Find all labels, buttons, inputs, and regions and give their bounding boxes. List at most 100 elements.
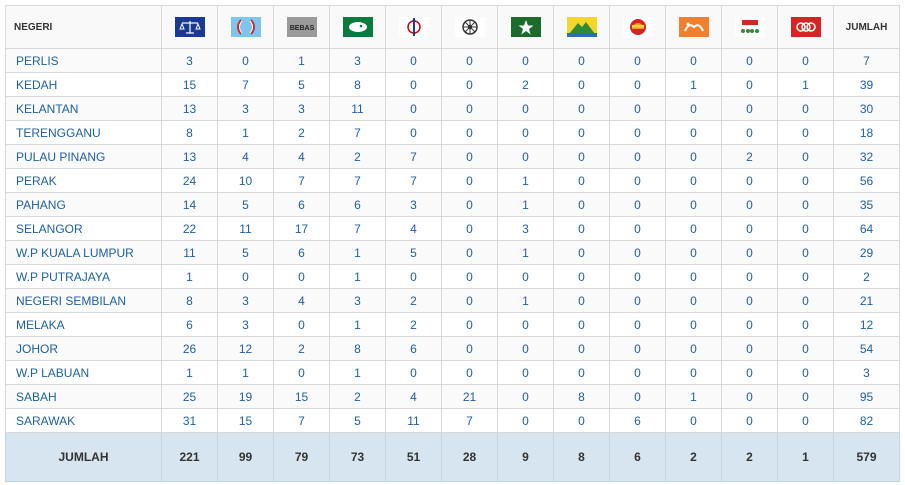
seat-count: 0 xyxy=(665,240,722,265)
seat-count: 0 xyxy=(609,336,666,361)
seat-count: 0 xyxy=(385,120,442,145)
table-row: PULAU PINANG 13 4 4 2 7 0 0 0 0 0 2 0 32 xyxy=(5,144,900,169)
pkr-eye-icon xyxy=(230,17,261,37)
results-table: NEGERI BEBAS JUMLAH PERLIS 3 0 1 3 0 0 0 0 0 0 0 0 7 KE… xyxy=(5,5,900,482)
seat-count: 0 xyxy=(553,96,610,121)
seat-count: 1 xyxy=(161,360,218,385)
state-name[interactable]: PULAU PINANG xyxy=(5,144,162,169)
state-name[interactable]: TERENGGANU xyxy=(5,120,162,145)
seat-count: 0 xyxy=(721,312,778,337)
footer-party-total: 2 xyxy=(721,432,778,482)
seat-count: 21 xyxy=(441,384,498,409)
row-total: 64 xyxy=(833,216,900,241)
seat-count: 0 xyxy=(497,264,554,289)
state-name[interactable]: KELANTAN xyxy=(5,96,162,121)
seat-count: 7 xyxy=(385,168,442,193)
seat-count: 0 xyxy=(777,408,834,433)
seat-count: 3 xyxy=(217,96,274,121)
seat-count: 15 xyxy=(217,408,274,433)
seat-count: 0 xyxy=(385,48,442,73)
state-name[interactable]: W.P KUALA LUMPUR xyxy=(5,240,162,265)
seat-count: 0 xyxy=(777,192,834,217)
seat-count: 2 xyxy=(385,312,442,337)
seat-count: 0 xyxy=(273,264,330,289)
seat-count: 0 xyxy=(721,288,778,313)
state-name[interactable]: W.P PUTRAJAYA xyxy=(5,264,162,289)
footer-party-total: 79 xyxy=(273,432,330,482)
seat-count: 7 xyxy=(217,72,274,97)
seat-count: 1 xyxy=(665,72,722,97)
seat-count: 0 xyxy=(441,240,498,265)
state-name[interactable]: KEDAH xyxy=(5,72,162,97)
state-name[interactable]: NEGERI SEMBILAN xyxy=(5,288,162,313)
seat-count: 0 xyxy=(609,384,666,409)
seat-count: 0 xyxy=(441,96,498,121)
row-total: 30 xyxy=(833,96,900,121)
seat-count: 0 xyxy=(609,216,666,241)
state-name[interactable]: PERLIS xyxy=(5,48,162,73)
table-row: W.P PUTRAJAYA 1 0 0 1 0 0 0 0 0 0 0 0 2 xyxy=(5,264,900,289)
header-party-11 xyxy=(777,5,834,49)
rings-icon xyxy=(790,17,821,37)
seat-count: 3 xyxy=(329,288,386,313)
seat-count: 11 xyxy=(385,408,442,433)
seat-count: 3 xyxy=(217,312,274,337)
seat-count: 0 xyxy=(721,192,778,217)
seat-count: 25 xyxy=(161,384,218,409)
seat-count: 1 xyxy=(497,240,554,265)
footer-party-total: 1 xyxy=(777,432,834,482)
table-row: PERLIS 3 0 1 3 0 0 0 0 0 0 0 0 7 xyxy=(5,48,900,73)
state-name[interactable]: PAHANG xyxy=(5,192,162,217)
seat-count: 7 xyxy=(273,168,330,193)
seat-count: 0 xyxy=(721,72,778,97)
svg-text:BEBAS: BEBAS xyxy=(289,25,314,32)
header-party-6 xyxy=(497,5,554,49)
row-total: 18 xyxy=(833,120,900,145)
state-name[interactable]: SABAH xyxy=(5,384,162,409)
seat-count: 0 xyxy=(441,288,498,313)
header-row: NEGERI BEBAS JUMLAH xyxy=(5,5,900,49)
seat-count: 0 xyxy=(609,144,666,169)
seat-count: 0 xyxy=(553,264,610,289)
row-total: 3 xyxy=(833,360,900,385)
seat-count: 1 xyxy=(497,192,554,217)
seat-count: 2 xyxy=(329,144,386,169)
seat-count: 2 xyxy=(385,288,442,313)
header-negeri: NEGERI xyxy=(5,5,162,49)
table-row: SARAWAK 31 15 7 5 11 7 0 0 6 0 0 0 82 xyxy=(5,408,900,433)
seat-count: 0 xyxy=(665,264,722,289)
seat-count: 0 xyxy=(441,72,498,97)
header-jumlah: JUMLAH xyxy=(833,5,900,49)
state-name[interactable]: JOHOR xyxy=(5,336,162,361)
seat-count: 0 xyxy=(609,192,666,217)
footer-party-total: 9 xyxy=(497,432,554,482)
seat-count: 0 xyxy=(441,312,498,337)
footer-party-total: 221 xyxy=(161,432,218,482)
seat-count: 3 xyxy=(497,216,554,241)
seat-count: 0 xyxy=(609,96,666,121)
row-total: 12 xyxy=(833,312,900,337)
seat-count: 0 xyxy=(665,120,722,145)
seat-count: 11 xyxy=(329,96,386,121)
seat-count: 0 xyxy=(441,144,498,169)
row-total: 32 xyxy=(833,144,900,169)
footer-party-total: 8 xyxy=(553,432,610,482)
state-name[interactable]: SARAWAK xyxy=(5,408,162,433)
seat-count: 8 xyxy=(161,288,218,313)
seat-count: 17 xyxy=(273,216,330,241)
seat-count: 0 xyxy=(441,168,498,193)
header-party-0 xyxy=(161,5,218,49)
state-name[interactable]: PERAK xyxy=(5,168,162,193)
table-body: PERLIS 3 0 1 3 0 0 0 0 0 0 0 0 7 KEDAH 15 7 5 8 0 0 2 0 0 1 0 1 39 K… xyxy=(5,48,900,433)
state-name[interactable]: MELAKA xyxy=(5,312,162,337)
state-name[interactable]: W.P LABUAN xyxy=(5,360,162,385)
state-name[interactable]: SELANGOR xyxy=(5,216,162,241)
seat-count: 0 xyxy=(553,240,610,265)
row-total: 54 xyxy=(833,336,900,361)
header-party-2: BEBAS xyxy=(273,5,330,49)
seat-count: 2 xyxy=(497,72,554,97)
seat-count: 0 xyxy=(441,192,498,217)
seat-count: 0 xyxy=(217,264,274,289)
pas-moon-icon xyxy=(342,17,373,37)
sunrise-icon xyxy=(622,17,653,37)
